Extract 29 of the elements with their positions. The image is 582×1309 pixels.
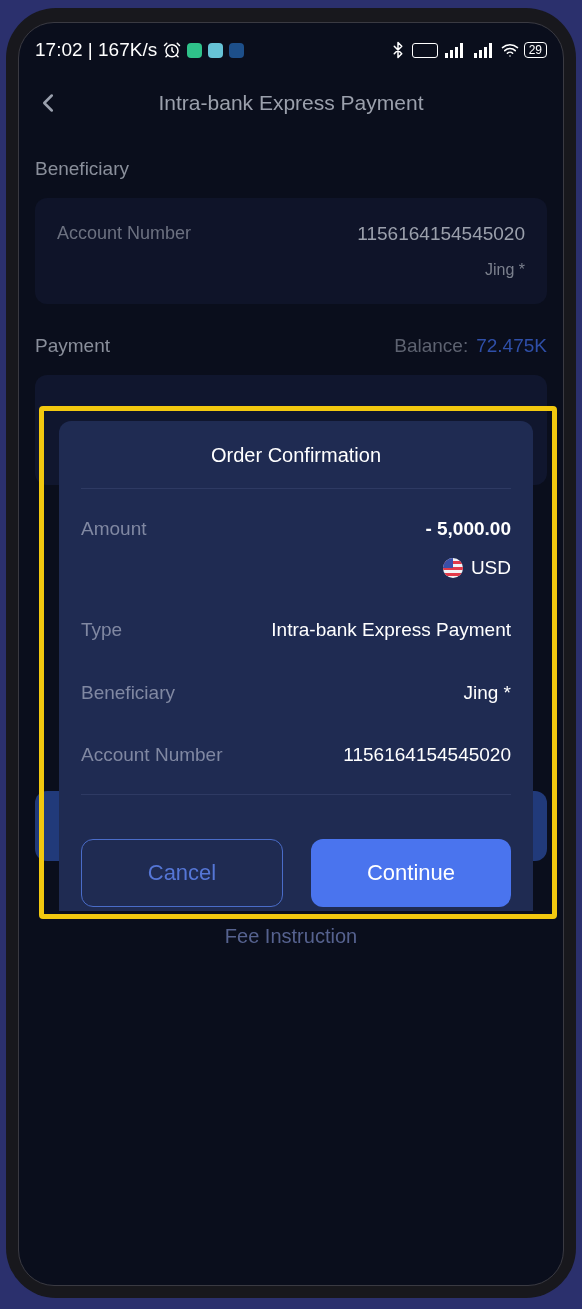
app-icon bbox=[187, 42, 203, 58]
balance-value: 72.475K bbox=[476, 334, 547, 358]
balance-label: Balance: bbox=[394, 334, 469, 358]
flag-icon bbox=[442, 557, 463, 578]
beneficiary-name: Jing * bbox=[484, 260, 525, 280]
page-title: Intra-bank Express Payment bbox=[158, 90, 424, 117]
row-label: Amount bbox=[81, 517, 147, 541]
battery-level: 29 bbox=[523, 42, 547, 58]
continue-button[interactable]: Continue bbox=[311, 838, 511, 907]
cancel-button[interactable]: Cancel bbox=[81, 838, 283, 907]
wifi-icon bbox=[500, 41, 519, 59]
alarm-icon bbox=[163, 41, 182, 59]
row-value: 1156164154545020 bbox=[343, 743, 511, 767]
row-label: Account Number bbox=[81, 743, 223, 767]
row-label: Beneficiary bbox=[81, 680, 175, 705]
app-icon bbox=[208, 42, 224, 58]
fee-instruction-link[interactable]: Fee Instruction bbox=[224, 920, 358, 951]
field-label: Account Number bbox=[57, 221, 192, 245]
dialog-title: Order Confirmation bbox=[81, 421, 511, 489]
currency-code: USD bbox=[470, 555, 511, 580]
row-value: Jing * bbox=[463, 680, 511, 705]
account-number: 1156164154545020 bbox=[357, 221, 525, 246]
row-label: Type bbox=[81, 618, 123, 642]
section-label: Payment bbox=[35, 334, 110, 358]
section-label: Beneficiary bbox=[35, 157, 130, 181]
row-value: Intra-bank Express Payment bbox=[271, 618, 511, 642]
status-time: 17:02 | 167K/s bbox=[35, 37, 158, 62]
app-icon bbox=[229, 42, 245, 58]
row-value: - 5,000.00 bbox=[425, 517, 511, 541]
